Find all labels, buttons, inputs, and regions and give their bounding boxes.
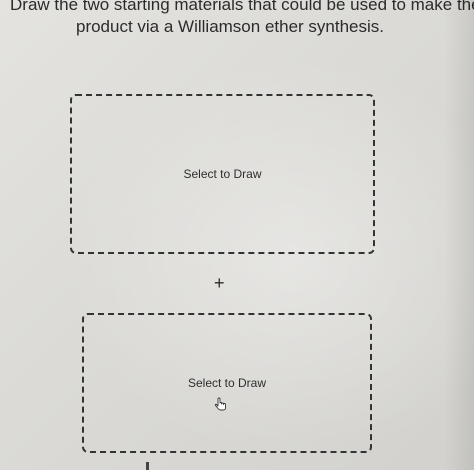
hand-pointer-icon xyxy=(214,397,226,411)
question-prompt: Draw the two starting materials that cou… xyxy=(10,0,474,38)
plus-sign: + xyxy=(214,273,225,293)
drawing-area-starting-material-1[interactable]: Select to Draw xyxy=(70,94,375,254)
prompt-line-1: Draw the two starting materials that cou… xyxy=(10,0,474,14)
prompt-line-2: product via a Williamson ether synthesis… xyxy=(75,17,385,36)
partial-element-cutoff xyxy=(146,462,149,470)
drawing-area-starting-material-2[interactable]: Select to Draw xyxy=(82,313,372,453)
select-to-draw-label-1: Select to Draw xyxy=(183,167,262,181)
select-to-draw-label-2: Select to Draw xyxy=(187,376,267,390)
screen-edge-shadow xyxy=(444,0,474,470)
